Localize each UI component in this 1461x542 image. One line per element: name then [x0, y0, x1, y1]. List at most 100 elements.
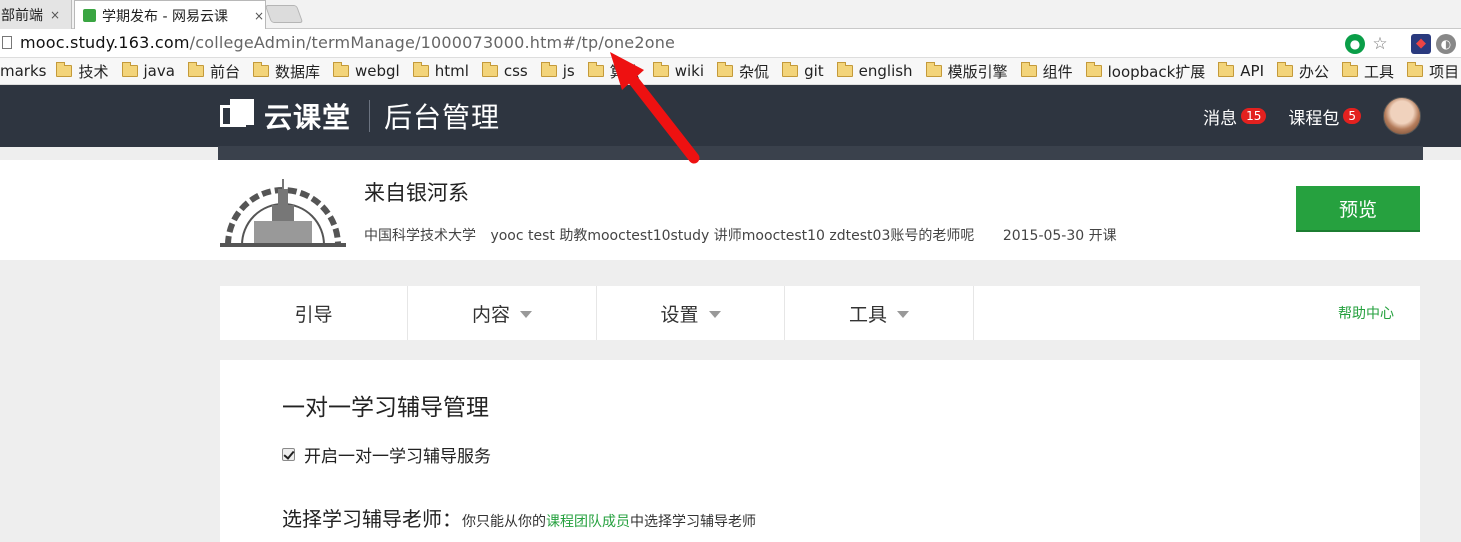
tab-title: 部前端 — [1, 7, 43, 24]
messages-badge: 15 — [1241, 108, 1267, 124]
url-host: mooc.study.163.com — [20, 33, 190, 52]
header-actions: 消息 15 课程包 5 — [1203, 85, 1461, 147]
bookmark-label: 组件 — [1042, 62, 1073, 81]
folder-icon — [1342, 62, 1359, 77]
annotation-arrow — [610, 52, 700, 164]
enable-tutoring-checkbox[interactable] — [282, 448, 295, 461]
tab-title: 学期发布 - 网易云课 — [102, 8, 228, 25]
extension-icon[interactable]: ◆ — [1411, 33, 1431, 54]
course-staff: yooc test 助教mooctest10study 讲师mooctest10… — [490, 228, 975, 244]
caret-down-icon — [520, 310, 532, 318]
nav-tab-label: 工具 — [848, 303, 887, 326]
bookmark-folder[interactable]: 项目 — [1407, 61, 1459, 82]
new-tab-button[interactable] — [264, 5, 304, 23]
bookmark-folder[interactable]: loopback扩展 — [1085, 61, 1206, 82]
bookmark-label: 办公 — [1299, 62, 1330, 81]
bookmark-folder[interactable]: 数据库 — [252, 61, 320, 82]
folder-icon — [121, 62, 138, 77]
course-package-link[interactable]: 课程包 5 — [1288, 104, 1361, 129]
folder-icon — [925, 62, 942, 77]
bookmark-folder[interactable]: 杂侃 — [717, 61, 769, 82]
help-center-link[interactable]: 帮助中心 — [1338, 303, 1394, 323]
nav-tab-settings[interactable]: 设置 — [597, 286, 785, 340]
nav-spacer: 帮助中心 — [974, 286, 1420, 340]
select-tutor-row: 选择学习辅导老师： 你只能从你的课程团队成员中选择学习辅导老师 — [282, 503, 756, 532]
browser-tab-strip: 部前端 × 学期发布 - 网易云课 × — [0, 0, 1461, 30]
bookmark-folder[interactable]: 组件 — [1020, 61, 1073, 82]
bookmark-folder[interactable]: html — [412, 62, 469, 80]
folder-icon — [540, 62, 557, 77]
bookmark-label: webgl — [354, 62, 400, 80]
bookmark-folder[interactable]: js — [540, 62, 575, 80]
bookmark-label: 项目 — [1429, 62, 1460, 81]
bookmarks-bar: marks 技术 java 前台 数据库 webgl html css js 算… — [0, 58, 1461, 85]
bookmark-star-icon[interactable]: ☆ — [1370, 34, 1390, 54]
bookmark-folder[interactable]: java — [121, 62, 175, 80]
folder-icon — [481, 62, 498, 77]
bookmark-label: css — [503, 62, 528, 80]
user-avatar[interactable] — [1383, 97, 1421, 135]
nav-tab-label: 内容 — [471, 303, 510, 326]
bookmark-label: 技术 — [78, 62, 109, 81]
favicon-icon — [83, 9, 96, 22]
url-text[interactable]: mooc.study.163.com/collegeAdmin/termMana… — [20, 33, 675, 52]
course-title: 来自银河系 — [364, 181, 469, 205]
bookmark-label: english — [858, 62, 913, 80]
bookmark-folder[interactable]: 办公 — [1277, 61, 1329, 82]
tab-close-icon[interactable]: × — [254, 9, 264, 23]
select-tutor-hint: 你只能从你的课程团队成员中选择学习辅导老师 — [462, 511, 756, 531]
bookmark-label: 杂侃 — [739, 62, 770, 81]
bookmark-label: 前台 — [209, 62, 240, 81]
main-content: 一对一学习辅导管理 开启一对一学习辅导服务 选择学习辅导老师： 你只能从你的课程… — [220, 360, 1420, 542]
bookmark-item[interactable]: marks — [0, 62, 46, 80]
university-logo — [220, 179, 346, 247]
account-icon[interactable]: ● — [1345, 33, 1365, 54]
bookmark-label: js — [562, 62, 575, 80]
nav-tab-label: 引导 — [294, 303, 333, 326]
caret-down-icon — [897, 310, 909, 318]
folder-icon — [782, 62, 799, 77]
tab-close-icon[interactable]: × — [50, 8, 60, 22]
enable-tutoring-label: 开启一对一学习辅导服务 — [304, 447, 491, 467]
folder-icon — [836, 62, 853, 77]
bookmark-folder[interactable]: git — [782, 62, 824, 80]
bookmark-folder[interactable]: 模版引擎 — [925, 61, 1008, 82]
site-logo[interactable]: 云课堂 后台管理 — [220, 96, 500, 136]
folder-icon — [1085, 62, 1102, 77]
extension-globe-icon[interactable]: ◐ — [1436, 33, 1456, 54]
bookmark-folder[interactable]: webgl — [332, 62, 400, 80]
nav-tab-label: 设置 — [660, 303, 699, 326]
bookmark-label: html — [434, 62, 469, 80]
section-title: 一对一学习辅导管理 — [282, 395, 489, 421]
bookmark-folder[interactable]: 技术 — [56, 61, 109, 82]
messages-label: 消息 — [1203, 108, 1238, 129]
folder-icon — [56, 62, 73, 77]
address-bar-icons: ● ☆ ◆ ◐ — [1345, 33, 1461, 54]
enable-tutoring-toggle[interactable]: 开启一对一学习辅导服务 — [282, 442, 491, 467]
nav-tab-content[interactable]: 内容 — [408, 286, 597, 340]
bookmark-label: 模版引擎 — [947, 62, 1008, 81]
bookmark-folder[interactable]: css — [481, 62, 528, 80]
bookmark-folder[interactable]: 前台 — [187, 61, 240, 82]
course-team-link[interactable]: 课程团队成员 — [546, 514, 630, 530]
header-underlay — [218, 146, 1423, 160]
bookmark-folder[interactable]: 工具 — [1342, 61, 1394, 82]
bookmark-label: java — [143, 62, 175, 80]
folder-icon — [332, 62, 349, 77]
bookmark-folder[interactable]: english — [836, 62, 913, 80]
address-bar[interactable]: mooc.study.163.com/collegeAdmin/termMana… — [0, 29, 1461, 58]
folder-icon — [1020, 62, 1037, 77]
course-school: 中国科学技术大学 — [364, 228, 476, 244]
messages-link[interactable]: 消息 15 — [1203, 104, 1267, 129]
hint-prefix: 你只能从你的 — [462, 514, 546, 530]
folder-icon — [717, 62, 734, 77]
nav-tab-guide[interactable]: 引导 — [220, 286, 408, 340]
browser-tab-active[interactable]: 学期发布 - 网易云课 × — [74, 0, 266, 30]
hint-suffix: 中选择学习辅导老师 — [630, 514, 756, 530]
bookmark-label: loopback扩展 — [1107, 62, 1206, 81]
bookmark-folder[interactable]: API — [1218, 62, 1264, 80]
nav-tab-tools[interactable]: 工具 — [785, 286, 974, 340]
browser-tab-inactive[interactable]: 部前端 × — [0, 0, 72, 29]
preview-button[interactable]: 预览 — [1296, 186, 1420, 232]
folder-icon — [252, 62, 269, 77]
